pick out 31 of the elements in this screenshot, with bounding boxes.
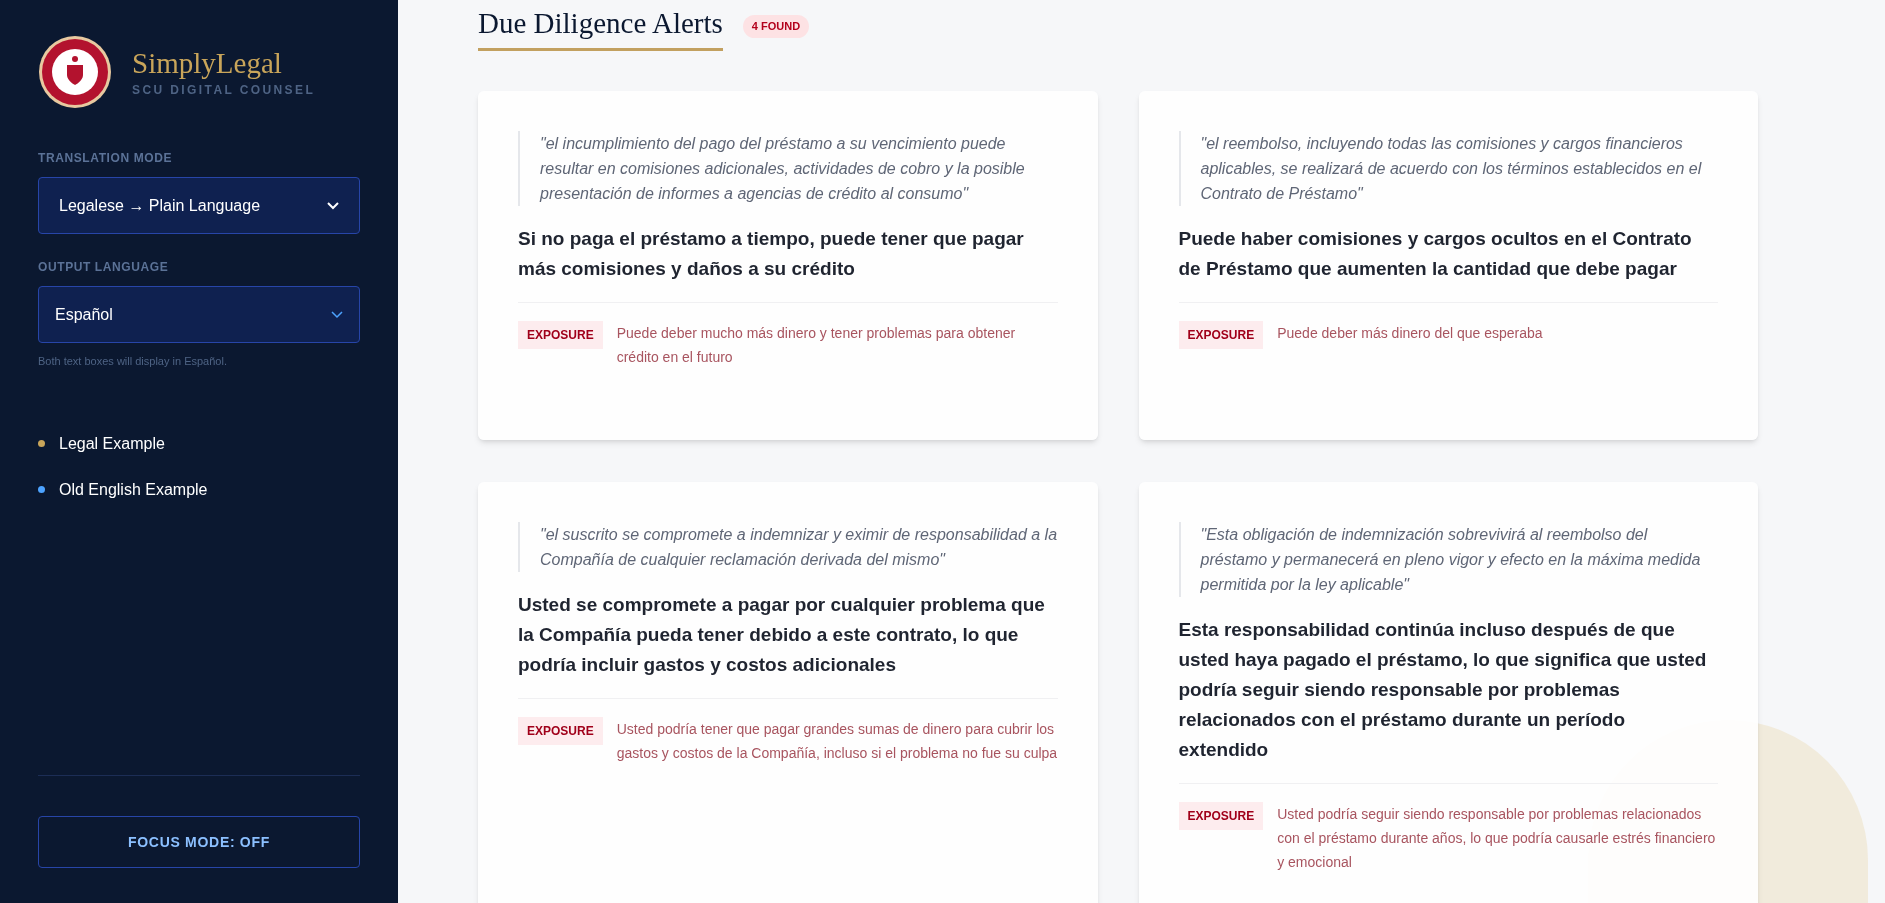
exposure-tag: EXPOSURE: [1178, 801, 1264, 830]
plain-summary: Esta responsabilidad continúa incluso después de que usted haya pagado el préstamo, lo que significa que usted podría seguir siendo responsable por problemas relacionados con el préstamo durante un período extendido: [1178, 617, 1708, 762]
plain-summary: Puede haber comisiones y cargos ocultos en el Contrato de Préstamo que aumenten la cantidad que debe pagar: [1178, 226, 1693, 281]
chevron-down-icon: [327, 201, 339, 210]
exposure-text: Usted podría tener que pagar grandes sumas de dinero para cubrir los gastos y costos de la Compañía, incluso si el problema no fue su culpa: [616, 719, 1058, 763]
translation-mode-dropdown[interactable]: Legalese → Plain Language: [38, 177, 360, 234]
exposure-tag: EXPOSURE: [518, 320, 603, 349]
exposure-text: Puede deber mucho más dinero y tener problemas para obtener crédito en el futuro: [616, 323, 1017, 367]
count-badge: 4 FOUND: [742, 15, 810, 38]
exposure-text: Puede deber más dinero del que esperaba: [1277, 323, 1543, 343]
app-title: SimplyLegal: [132, 45, 283, 81]
focus-mode-button[interactable]: FOCUS MODE: OFF: [38, 816, 360, 868]
seal-logo-icon: [38, 35, 112, 109]
field-label: TRANSLATION MODE: [38, 150, 174, 167]
exposure-text: Usted podría seguir siendo responsable por problemas relacionados con el préstamo durante años, lo que podría causarle estrés financiero y emocional: [1277, 804, 1717, 872]
quoted-clause: "Esta obligación de indemnización sobrevivirá al reembolso del préstamo y permanecerá en pleno vigor y efecto en la máxima medida permitida por la ley aplicable": [1178, 521, 1718, 597]
output-language-dropdown[interactable]: Español: [38, 286, 360, 343]
quoted-clause: "el suscrito se compromete a indemnizar y eximir de responsabilidad a la Compañía de cualquier reclamación derivada del mismo": [518, 521, 1058, 572]
field-label: OUTPUT LANGUAGE: [38, 259, 170, 276]
plain-summary: Si no paga el préstamo a tiempo, puede tener que pagar más comisiones y daños a su crédito: [518, 226, 1025, 281]
example-link[interactable]: Legal Example: [59, 431, 165, 456]
chevron-down-icon: [331, 310, 343, 319]
quoted-clause: "el incumplimiento del pago del préstamo a su vencimiento puede resultar en comisiones adicionales, actividades de cobro y la posible presentación de informes a agencias de crédito al consumo": [518, 130, 1058, 206]
app-subtitle: SCU DIGITAL COUNSEL: [132, 82, 316, 100]
exposure-tag: EXPOSURE: [1178, 320, 1264, 349]
section-title: Due Diligence Alerts: [478, 2, 723, 51]
plain-summary: Usted se compromete a pagar por cualquier problema que la Compañía pueda tener debido a este contrato, lo que podría incluir gastos y costos adicionales: [518, 592, 1046, 677]
hint-text: Both text boxes will display in Español.: [38, 354, 228, 369]
quoted-clause: "el reembolso, incluyendo todas las comisiones y cargos financieros aplicables, se realizará de acuerdo con los términos establecidos en el Contrato de Préstamo": [1178, 130, 1718, 206]
example-link[interactable]: Old English Example: [59, 477, 208, 502]
exposure-tag: EXPOSURE: [518, 716, 603, 745]
